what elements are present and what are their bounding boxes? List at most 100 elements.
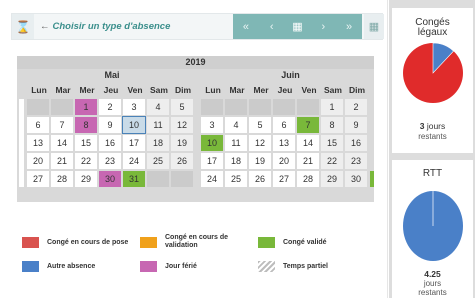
calendar-day[interactable]: 2 (345, 99, 367, 115)
legend-swatch-validation (140, 236, 157, 248)
calendar-day[interactable]: 11 (147, 117, 169, 133)
calendar-day[interactable]: 13 (273, 135, 295, 151)
calendar-empty-cell (297, 99, 319, 115)
first-page-button[interactable]: « (235, 21, 257, 33)
rtt-card: RTT 4.25 jours restants (392, 160, 473, 298)
calendar-day[interactable]: 6 (273, 117, 295, 133)
calendar-day[interactable]: 9 (345, 117, 367, 133)
calendar-day[interactable]: 25 (147, 153, 169, 169)
calendar-grid: 2019 Mai Juin Lun Mar Mer Jeu Ven Sam Di… (17, 56, 374, 202)
dow-label: Sam (324, 85, 342, 95)
calendar-day[interactable]: 5 (249, 117, 271, 133)
calendar-day[interactable]: 3 (123, 99, 145, 115)
dow-label: Jeu (277, 85, 293, 95)
conges-days: 3 jours (419, 121, 446, 131)
calendar-day[interactable]: 5 (171, 99, 193, 115)
legend-item-valide: Congé validé (258, 237, 358, 248)
dow-label: Dim (348, 85, 366, 95)
choose-absence-type-link[interactable]: ← Choisir un type d'absence (40, 21, 170, 32)
legend-item-partiel: Temps partiel (258, 261, 358, 272)
rtt-remaining-label: restants (418, 288, 447, 297)
calendar-day[interactable]: 2 (99, 99, 121, 115)
calendar-day[interactable]: 8 (321, 117, 343, 133)
previous-month-edge (19, 99, 24, 187)
calendar-day[interactable]: 20 (273, 153, 295, 169)
calendar-day[interactable]: 26 (171, 153, 193, 169)
rtt-days: 4.25 (424, 269, 441, 279)
today-calendar-icon[interactable]: ▦ (286, 20, 308, 33)
calendar-day[interactable]: 12 (171, 117, 193, 133)
dow-label: Lun (31, 85, 47, 95)
month-header-juin: Juin (281, 70, 300, 80)
dow-label: Ven (301, 85, 317, 95)
conges-pie-chart (403, 42, 463, 103)
calendar-day[interactable]: 22 (321, 153, 343, 169)
calendar-day[interactable]: 11 (225, 135, 247, 151)
dow-label: Mer (253, 85, 269, 95)
calendar-day[interactable]: 6 (27, 117, 49, 133)
calendar-day[interactable]: 28 (297, 171, 319, 187)
calendar-day[interactable]: 24 (123, 153, 145, 169)
calendar-day[interactable]: 8 (75, 117, 97, 133)
calendar-day[interactable]: 18 (147, 135, 169, 151)
calendar-day[interactable]: 23 (345, 153, 367, 169)
calendar-day[interactable]: 18 (225, 153, 247, 169)
calendar-picker-icon[interactable]: ▦ (364, 14, 384, 39)
calendar-day[interactable]: 12 (249, 135, 271, 151)
absence-toolbar: ⌛ ← Choisir un type d'absence « ‹ ▦ › » ▦ (11, 13, 384, 40)
calendar-day[interactable]: 16 (345, 135, 367, 151)
hourglass-icon[interactable]: ⌛ (12, 14, 34, 39)
next-page-button[interactable]: › (312, 21, 334, 33)
arrow-left-icon: ← (40, 21, 50, 32)
calendar-day[interactable]: 14 (51, 135, 73, 151)
calendar-navigation: « ‹ ▦ › » (233, 14, 362, 39)
conges-title: Congés légaux (415, 17, 450, 38)
calendar-empty-cell (27, 99, 49, 115)
calendar-day[interactable]: 19 (171, 135, 193, 151)
calendar-day[interactable]: 28 (51, 171, 73, 187)
next-month-edge (370, 171, 374, 187)
calendar-day[interactable]: 27 (273, 171, 295, 187)
weekday-header: Lun Mar Mer Jeu Ven Sam Dim Lun Mar Mer … (17, 84, 374, 97)
calendar-empty-cell (171, 171, 193, 187)
calendar-day[interactable]: 1 (75, 99, 97, 115)
calendar-day[interactable]: 13 (27, 135, 49, 151)
calendar-day[interactable]: 15 (321, 135, 343, 151)
calendar-day[interactable]: 7 (51, 117, 73, 133)
calendar-day[interactable]: 15 (75, 135, 97, 151)
calendar-day[interactable]: 25 (225, 171, 247, 187)
calendar-day[interactable]: 16 (99, 135, 121, 151)
calendar-day[interactable]: 19 (249, 153, 271, 169)
calendar-day[interactable]: 31 (123, 171, 145, 187)
calendar-day[interactable]: 17 (201, 153, 223, 169)
calendar-day[interactable]: 4 (147, 99, 169, 115)
calendar-day[interactable]: 10 (201, 135, 223, 151)
calendar-day[interactable]: 30 (99, 171, 121, 187)
calendar-day[interactable]: 27 (27, 171, 49, 187)
calendar-day[interactable]: 14 (297, 135, 319, 151)
previous-page-button[interactable]: ‹ (261, 21, 283, 33)
calendar-day[interactable]: 29 (75, 171, 97, 187)
calendar-empty-cell (51, 99, 73, 115)
calendar-day[interactable]: 22 (75, 153, 97, 169)
calendar-day[interactable]: 7 (297, 117, 319, 133)
calendar-day[interactable]: 17 (123, 135, 145, 151)
calendar-day[interactable]: 1 (321, 99, 343, 115)
calendar-day[interactable]: 3 (201, 117, 223, 133)
main-panel: ⌛ ← Choisir un type d'absence « ‹ ▦ › » ▦… (0, 0, 388, 298)
legend: Congé en cours de pose Congé en cours de… (22, 234, 352, 294)
calendar-day[interactable]: 9 (99, 117, 121, 133)
last-page-button[interactable]: » (338, 21, 360, 33)
calendar-day[interactable]: 24 (201, 171, 223, 187)
calendar-day[interactable]: 4 (225, 117, 247, 133)
calendar-day[interactable]: 23 (99, 153, 121, 169)
month-header-mai: Mai (104, 70, 120, 80)
calendar-day[interactable]: 30 (345, 171, 367, 187)
calendar-day[interactable]: 20 (27, 153, 49, 169)
calendar-day[interactable]: 26 (249, 171, 271, 187)
calendar-day[interactable]: 21 (51, 153, 73, 169)
dow-label: Lun (205, 85, 221, 95)
calendar-day[interactable]: 29 (321, 171, 343, 187)
calendar-day[interactable]: 10 (122, 116, 146, 134)
calendar-day[interactable]: 21 (297, 153, 319, 169)
